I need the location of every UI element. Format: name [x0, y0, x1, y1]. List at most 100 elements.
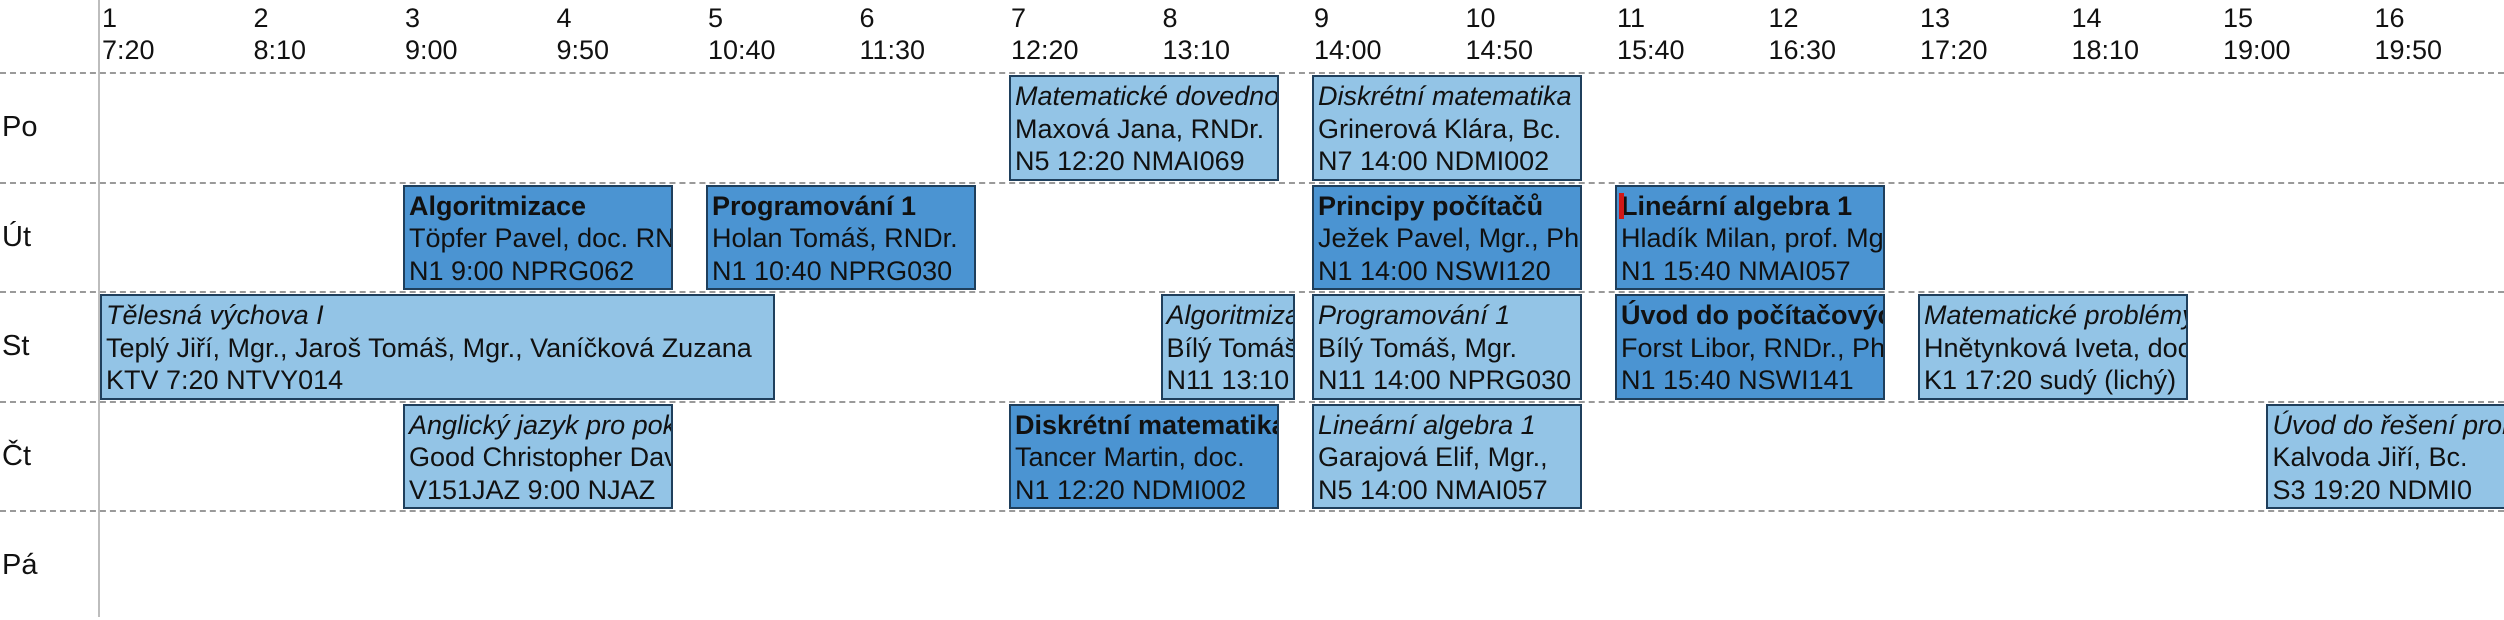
period-number: 15 — [2223, 3, 2254, 33]
period-header: 11 15:40 — [1617, 2, 1685, 66]
period-number: 16 — [2374, 3, 2405, 33]
course-room-time-code: N5 12:20 NMAI069 — [1015, 146, 1245, 176]
course-teacher: Hnětynková Iveta, doc. — [1924, 332, 2188, 363]
course-block[interactable]: Úvod do počítačových sítíForst Libor, RN… — [1615, 294, 1885, 400]
course-teacher: Maxová Jana, RNDr. — [1015, 113, 1265, 144]
course-title: Matematické dovednosti — [1015, 81, 1279, 111]
course-title: Lineární algebra 1 — [1318, 409, 1536, 440]
course-room-time-code: S3 19:20 NDMI0 — [2272, 474, 2473, 505]
course-block[interactable]: Matematické dovednosti Maxová Jana, RNDr.… — [1009, 75, 1279, 181]
period-header: 10 14:50 — [1466, 2, 1534, 66]
course-block[interactable]: Matematické problémy Hnětynková Iveta, do… — [1918, 294, 2188, 400]
course-room-time-code: N7 14:00 NDMI002 — [1318, 146, 1550, 176]
period-time: 19:50 — [2374, 35, 2443, 65]
course-room-time-code: N11 13:10 — [1166, 365, 1290, 395]
period-time: 18:10 — [2071, 35, 2140, 65]
period-header: 7 12:20 — [1011, 2, 1079, 66]
period-number: 5 — [708, 3, 724, 33]
period-header: 15 19:00 — [2223, 2, 2291, 66]
course-block[interactable]: Diskrétní matematika Tancer Martin, doc. N… — [1009, 403, 1279, 509]
course-teacher: Holan Tomáš, RNDr. — [712, 223, 958, 253]
period-number: 9 — [1314, 3, 1330, 33]
period-number: 14 — [2071, 3, 2102, 33]
period-header: 8 13:10 — [1163, 2, 1231, 66]
course-block[interactable]: Anglický jazyk pro pokročiléGood Christo… — [403, 403, 673, 509]
period-header: 13 17:20 — [1920, 2, 1988, 66]
period-number: 10 — [1465, 3, 1496, 33]
period-number: 3 — [405, 3, 421, 33]
day-label: Čt — [2, 439, 31, 472]
period-number: 2 — [253, 3, 269, 33]
period-header: 6 11:30 — [860, 2, 926, 66]
course-title: Programování 1 — [712, 190, 917, 221]
course-title: Tělesná výchova I — [106, 300, 324, 330]
course-title: Úvod do řešení problémů — [2272, 409, 2504, 440]
course-block[interactable]: Lineární algebra 1 Hladík Milan, prof. Mg… — [1615, 184, 1885, 290]
course-title: Algoritmizace — [1166, 300, 1294, 330]
period-time: 13:10 — [1162, 35, 1231, 65]
course-block[interactable]: AlgoritmizaceTöpfer Pavel, doc. RNDr.N1 … — [403, 184, 673, 290]
course-teacher: Kalvoda Jiří, Bc. — [2272, 442, 2468, 472]
course-title: Matematické problémy — [1924, 300, 2188, 330]
period-number: 12 — [1768, 3, 1799, 33]
period-number: 8 — [1162, 3, 1178, 33]
period-header: 16 19:50 — [2375, 2, 2443, 66]
course-room-time-code: N1 15:40 NMAI057 — [1621, 255, 1851, 286]
period-number: 6 — [859, 3, 875, 33]
course-room-time-code: KTV 7:20 NTVY014 — [106, 365, 344, 395]
course-teacher: Good Christopher David — [409, 442, 673, 472]
course-room-time-code: N5 14:00 NMAI057 — [1318, 474, 1548, 505]
course-title: Algoritmizace — [409, 190, 587, 221]
course-teacher: Garajová Elif, Mgr., — [1318, 442, 1548, 472]
period-header: 5 10:40 — [708, 2, 776, 66]
course-title: Úvod do počítačových sítí — [1621, 300, 1883, 330]
course-block[interactable]: Tělesná výchova I Teplý Jiří, Mgr., Jaroš… — [100, 294, 775, 400]
day-label: Po — [2, 111, 38, 143]
period-number: 13 — [1920, 3, 1951, 33]
period-time: 9:00 — [405, 35, 458, 65]
course-block[interactable]: Diskrétní matematika Grinerová Klára, Bc.… — [1312, 75, 1582, 181]
course-teacher: Teplý Jiří, Mgr., Jaroš Tomáš, Mgr., Van… — [106, 332, 752, 363]
course-teacher: Bílý Tomáš, Mgr. — [1318, 332, 1518, 363]
course-room-time-code: N1 15:40 NSWI141 — [1621, 365, 1854, 395]
period-time: 12:20 — [1011, 35, 1079, 65]
course-block[interactable]: Lineární algebra 1 Garajová Elif, Mgr., N5… — [1312, 403, 1582, 509]
period-number: 11 — [1617, 3, 1646, 33]
timetable-grid: 1 7:20 2 8:10 3 9:00 4 9:50 5 10:40 6 11:30 7 12:20 8 1… — [0, 0, 2504, 617]
row-divider — [0, 400, 2504, 403]
course-block[interactable]: Principy počítačůJežek Pavel, Mgr., Ph.D… — [1312, 184, 1582, 290]
course-block[interactable]: Úvod do řešení problémůKalvoda Jiří, Bc.… — [2266, 403, 2504, 509]
course-block[interactable]: Programování 1 Holan Tomáš, RNDr. N1 10:40… — [706, 184, 976, 290]
period-time: 7:20 — [102, 35, 155, 65]
row-divider — [0, 181, 2504, 184]
course-title: Anglický jazyk pro pokročilé — [409, 409, 671, 440]
period-number: 1 — [102, 3, 118, 33]
course-teacher: Forst Libor, RNDr., Ph.D. — [1621, 332, 1885, 363]
period-header: 9 14:00 — [1314, 2, 1382, 66]
period-time: 15:40 — [1617, 35, 1685, 65]
conflict-marker — [1619, 192, 1624, 219]
period-time: 16:30 — [1768, 35, 1837, 65]
course-title: Programování 1 — [1318, 300, 1511, 330]
period-time: 17:20 — [1920, 35, 1988, 65]
course-room-time-code: N1 9:00 NPRG062 — [409, 255, 635, 286]
period-time: 9:50 — [556, 35, 610, 65]
course-title: Diskrétní matematika — [1318, 81, 1572, 111]
period-time: 14:00 — [1314, 35, 1382, 65]
period-header: 12 16:30 — [1769, 2, 1837, 66]
course-room-time-code: N1 12:20 NDMI002 — [1015, 474, 1247, 505]
course-title: Principy počítačů — [1318, 190, 1544, 221]
period-time: 8:10 — [253, 35, 307, 65]
period-time: 19:00 — [2223, 35, 2291, 65]
day-label: St — [2, 330, 30, 362]
course-block[interactable]: AlgoritmizaceBílý TomášN11 13:10 — [1160, 294, 1296, 400]
period-header: 2 8:10 — [254, 2, 307, 66]
period-number: 7 — [1011, 3, 1027, 33]
course-block[interactable]: Programování 1 Bílý Tomáš, Mgr. N11 14:00 … — [1312, 294, 1582, 400]
course-teacher: Töpfer Pavel, doc. RNDr. — [409, 223, 673, 253]
period-number: 4 — [556, 3, 572, 33]
course-room-time-code: N1 10:40 NPRG030 — [712, 255, 953, 286]
period-header: 4 9:50 — [557, 2, 610, 66]
header-divider — [0, 72, 2504, 74]
course-title: Lineární algebra 1 — [1621, 190, 1853, 221]
